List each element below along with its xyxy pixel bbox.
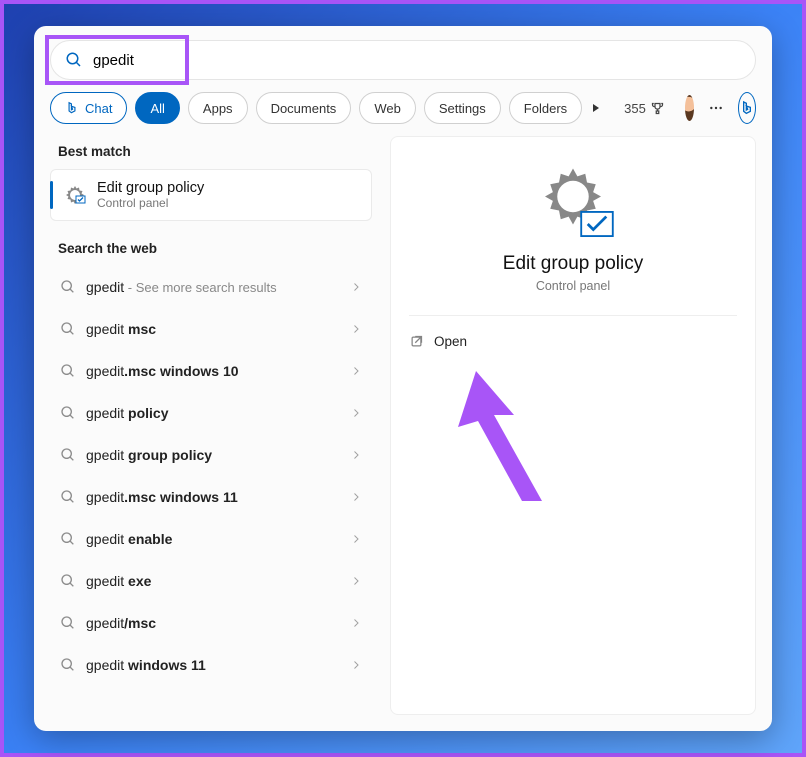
chevron-right-icon [350, 407, 362, 419]
web-result-item[interactable]: gpedit/msc [50, 602, 372, 644]
chevron-right-icon [350, 323, 362, 335]
search-bar-container [34, 26, 772, 80]
web-result-item[interactable]: gpedit enable [50, 518, 372, 560]
best-match-title: Edit group policy [97, 180, 204, 196]
best-match-header: Best match [50, 136, 372, 169]
web-result-item[interactable]: gpedit.msc windows 11 [50, 476, 372, 518]
web-result-item[interactable]: gpedit.msc windows 10 [50, 350, 372, 392]
web-result-item[interactable]: gpedit exe [50, 560, 372, 602]
web-result-text: gpedit windows 11 [86, 657, 350, 673]
tab-documents[interactable]: Documents [256, 92, 352, 124]
search-icon [60, 615, 76, 631]
content-area: Best match Edit group policy Control pan… [34, 136, 772, 731]
tab-apps[interactable]: Apps [188, 92, 248, 124]
search-icon [60, 657, 76, 673]
search-icon [60, 447, 76, 463]
chevron-right-icon [350, 617, 362, 629]
divider [409, 315, 737, 316]
chevron-right-icon [350, 365, 362, 377]
trophy-icon [650, 101, 665, 116]
search-icon [60, 573, 76, 589]
web-result-text: gpedit policy [86, 405, 350, 421]
results-column: Best match Edit group policy Control pan… [50, 136, 372, 715]
chevron-right-icon [350, 281, 362, 293]
open-icon [409, 334, 424, 349]
ellipsis-icon [708, 100, 724, 116]
web-result-text: gpedit.msc windows 11 [86, 489, 350, 505]
tab-chat[interactable]: Chat [50, 92, 127, 124]
user-avatar[interactable] [685, 95, 694, 121]
search-input[interactable] [93, 52, 741, 69]
chevron-right-icon [350, 533, 362, 545]
open-label: Open [434, 334, 467, 349]
web-result-text: gpedit enable [86, 531, 350, 547]
web-search-header: Search the web [50, 233, 372, 266]
web-result-text: gpedit group policy [86, 447, 350, 463]
chevron-right-icon [350, 449, 362, 461]
play-icon [590, 102, 602, 114]
preview-subtitle: Control panel [536, 279, 610, 293]
more-tabs-button[interactable] [590, 96, 602, 120]
web-result-text: gpedit/msc [86, 615, 350, 631]
bing-icon [65, 101, 79, 115]
web-results-list: gpedit - See more search results gpedit … [50, 266, 372, 686]
web-result-text: gpedit msc [86, 321, 350, 337]
search-bar [50, 40, 756, 80]
best-match-item[interactable]: Edit group policy Control panel [50, 169, 372, 221]
web-result-text: gpedit.msc windows 10 [86, 363, 350, 379]
search-icon [65, 51, 83, 69]
tab-all[interactable]: All [135, 92, 179, 124]
tab-chat-label: Chat [85, 101, 112, 116]
search-icon [60, 279, 76, 295]
best-match-subtitle: Control panel [97, 196, 204, 210]
tab-web[interactable]: Web [359, 92, 416, 124]
more-options-button[interactable] [708, 96, 724, 120]
filter-row: Chat All Apps Documents Web Settings Fol… [34, 80, 772, 136]
web-result-item[interactable]: gpedit policy [50, 392, 372, 434]
web-result-item[interactable]: gpedit windows 11 [50, 644, 372, 686]
web-result-text: gpedit exe [86, 573, 350, 589]
search-window: Chat All Apps Documents Web Settings Fol… [34, 26, 772, 731]
bing-chat-icon [739, 100, 755, 116]
search-icon [60, 531, 76, 547]
search-icon [60, 321, 76, 337]
open-action[interactable]: Open [409, 330, 467, 353]
web-result-item[interactable]: gpedit - See more search results [50, 266, 372, 308]
search-icon [60, 405, 76, 421]
chevron-right-icon [350, 659, 362, 671]
chevron-right-icon [350, 491, 362, 503]
preview-title: Edit group policy [503, 253, 643, 275]
search-icon [60, 363, 76, 379]
rewards-points[interactable]: 355 [624, 101, 665, 116]
tab-folders[interactable]: Folders [509, 92, 582, 124]
bing-chat-button[interactable] [738, 92, 756, 124]
search-icon [60, 489, 76, 505]
preview-icon [538, 165, 608, 235]
web-result-text: gpedit - See more search results [86, 279, 350, 295]
tab-settings[interactable]: Settings [424, 92, 501, 124]
preview-pane: Edit group policy Control panel Open [390, 136, 756, 715]
web-result-item[interactable]: gpedit group policy [50, 434, 372, 476]
gear-icon [63, 183, 87, 207]
chevron-right-icon [350, 575, 362, 587]
web-result-item[interactable]: gpedit msc [50, 308, 372, 350]
